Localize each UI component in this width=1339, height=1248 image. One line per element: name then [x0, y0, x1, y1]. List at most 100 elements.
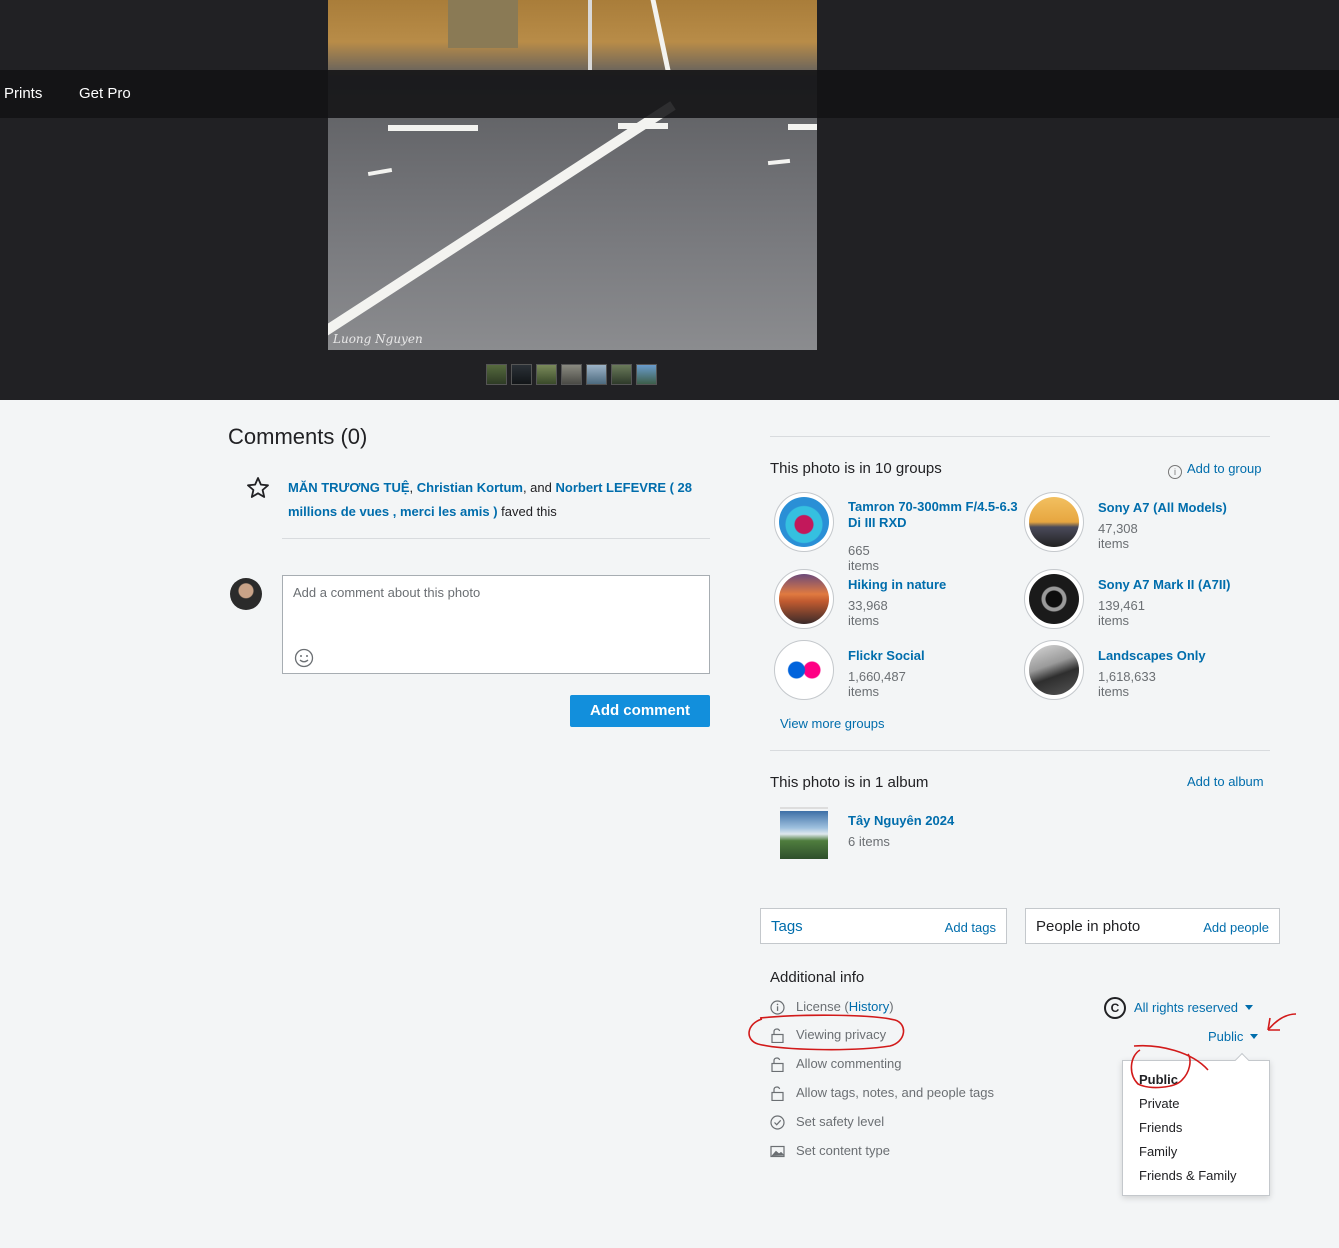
- group-name[interactable]: Tamron 70-300mm F/4.5-6.3 Di III RXD: [848, 499, 1018, 531]
- road-dash: [367, 167, 393, 177]
- privacy-value: Public: [1208, 1029, 1244, 1044]
- group-avatar: [774, 492, 834, 552]
- tags-box: Tags Add tags: [760, 908, 1007, 944]
- photo-watermark: Luong Nguyen: [333, 332, 423, 346]
- road-arrow: [788, 124, 817, 130]
- photo-viewer: Luong Nguyen Prints Get Pro: [0, 0, 1339, 400]
- view-more-groups-link[interactable]: View more groups: [780, 716, 885, 731]
- thumbnail[interactable]: [636, 364, 657, 385]
- add-tags-link[interactable]: Add tags: [945, 920, 996, 935]
- add-people-link[interactable]: Add people: [1203, 920, 1269, 935]
- album-stack-edge: [780, 807, 828, 809]
- thumbnail[interactable]: [511, 364, 532, 385]
- privacy-option-family[interactable]: Family: [1139, 1144, 1177, 1159]
- fave-separator: ,: [409, 480, 417, 495]
- photostream-thumbnails: [486, 364, 657, 385]
- group-name[interactable]: Landscapes Only: [1098, 648, 1268, 664]
- fave-user-link[interactable]: Christian Kortum: [417, 480, 523, 495]
- additional-info-title: Additional info: [770, 969, 865, 986]
- copyright-icon: C: [1104, 997, 1126, 1019]
- license-prefix: License (: [796, 999, 849, 1014]
- divider: [282, 538, 710, 539]
- group-count: 33,968 items: [848, 598, 888, 628]
- faves-summary: MĂN TRƯƠNG TUỆ, Christian Kortum, and No…: [288, 476, 708, 524]
- license-dropdown[interactable]: All rights reserved: [1134, 1000, 1254, 1015]
- comment-input[interactable]: Add a comment about this photo: [282, 575, 710, 674]
- group-count: 1,660,487 items: [848, 669, 906, 699]
- group-count: 665 items: [848, 543, 880, 573]
- safety-level-label: Set safety level: [796, 1114, 885, 1129]
- album-name[interactable]: Tây Nguyên 2024: [848, 813, 954, 828]
- annotation-arrow-icon: [1267, 1013, 1297, 1031]
- thumbnail[interactable]: [561, 364, 582, 385]
- group-avatar: [1024, 640, 1084, 700]
- add-to-group-link[interactable]: i Add to group: [1168, 461, 1261, 479]
- thumbnail[interactable]: [486, 364, 507, 385]
- fave-separator: , and: [522, 480, 556, 495]
- group-name[interactable]: Sony A7 Mark II (A7II): [1098, 577, 1268, 593]
- unlock-icon: [771, 1057, 784, 1072]
- unlock-icon: [771, 1086, 784, 1101]
- group-count: 47,308 items: [1098, 521, 1138, 551]
- fave-user-link[interactable]: MĂN TRƯƠNG TUỆ: [288, 480, 410, 495]
- nav-get-pro[interactable]: Get Pro: [79, 85, 131, 102]
- faved-this-text: faved this: [497, 504, 557, 519]
- add-to-album-link[interactable]: Add to album: [1187, 774, 1264, 789]
- check-circle-icon: [770, 1115, 785, 1130]
- license-suffix: ): [889, 999, 894, 1014]
- add-to-group-label[interactable]: Add to group: [1187, 461, 1261, 476]
- main-photo[interactable]: Luong Nguyen: [328, 0, 817, 350]
- add-comment-button[interactable]: Add comment: [570, 695, 710, 727]
- divider: [770, 436, 1270, 437]
- people-label: People in photo: [1036, 918, 1141, 935]
- privacy-dropdown[interactable]: Public: [1208, 1029, 1259, 1044]
- group-avatar: [774, 569, 834, 629]
- nav-prints[interactable]: Prints: [4, 85, 42, 102]
- privacy-option-friends-family[interactable]: Friends & Family: [1139, 1168, 1237, 1183]
- group-name[interactable]: Flickr Social: [848, 648, 1018, 664]
- album-thumbnail[interactable]: [780, 807, 828, 859]
- album-count: 6 items: [848, 834, 890, 849]
- group-avatar: [774, 640, 834, 700]
- privacy-option-public[interactable]: Public: [1139, 1072, 1178, 1087]
- road-median: [448, 0, 518, 48]
- group-avatar: [1024, 569, 1084, 629]
- road-dash: [767, 158, 791, 166]
- license-history-link[interactable]: History: [849, 999, 889, 1014]
- unlock-icon: [771, 1028, 784, 1043]
- emoji-icon[interactable]: [294, 648, 314, 668]
- tags-label: Tags: [771, 918, 803, 935]
- group-name[interactable]: Hiking in nature: [848, 577, 1018, 593]
- divider: [770, 750, 1270, 751]
- thumbnail[interactable]: [611, 364, 632, 385]
- road-arrow: [388, 125, 478, 131]
- chevron-down-icon: [1250, 1034, 1259, 1039]
- license-label: License (History): [796, 999, 894, 1014]
- album-section-title: This photo is in 1 album: [770, 774, 929, 791]
- thumbnail[interactable]: [536, 364, 557, 385]
- group-count: 1,618,633 items: [1098, 669, 1156, 699]
- license-value: All rights reserved: [1134, 1000, 1239, 1015]
- road-center-line: [588, 0, 592, 70]
- privacy-option-friends[interactable]: Friends: [1139, 1120, 1182, 1135]
- group-avatar: [1024, 492, 1084, 552]
- allow-commenting-label: Allow commenting: [796, 1056, 902, 1071]
- privacy-menu: Public Private Friends Family Friends & …: [1122, 1052, 1270, 1196]
- thumbnail[interactable]: [586, 364, 607, 385]
- avatar[interactable]: [230, 578, 262, 610]
- top-navbar: Prints Get Pro: [0, 70, 1339, 118]
- comment-placeholder: Add a comment about this photo: [293, 585, 481, 600]
- info-icon: [770, 1000, 785, 1015]
- star-icon[interactable]: [246, 476, 270, 500]
- content-type-label: Set content type: [796, 1143, 890, 1158]
- info-icon: i: [1168, 465, 1182, 479]
- chevron-down-icon: [1245, 1005, 1254, 1010]
- groups-title: This photo is in 10 groups: [770, 460, 942, 477]
- road-curve-line: [328, 101, 676, 339]
- viewing-privacy-label: Viewing privacy: [796, 1027, 887, 1042]
- image-icon: [770, 1145, 785, 1158]
- privacy-option-private[interactable]: Private: [1139, 1096, 1179, 1111]
- road-edge-line: [650, 0, 671, 70]
- people-box: People in photo Add people: [1025, 908, 1280, 944]
- group-name[interactable]: Sony A7 (All Models): [1098, 500, 1268, 516]
